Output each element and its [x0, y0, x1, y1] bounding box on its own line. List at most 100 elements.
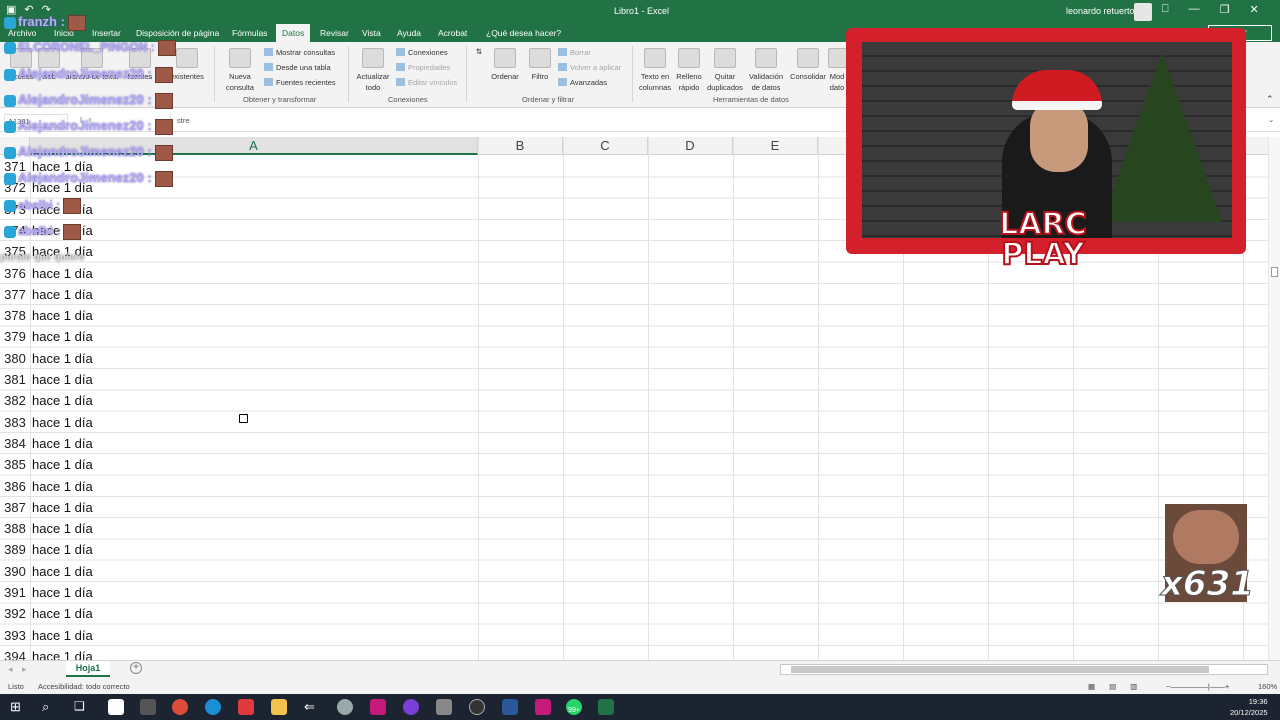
row-header[interactable]: 379 [0, 326, 30, 347]
next-sheet-icon[interactable]: ▸ [22, 664, 27, 675]
minimize-icon[interactable]: — [1189, 3, 1200, 16]
consolidate-button[interactable]: Consolidar [788, 48, 828, 82]
excel-icon[interactable] [598, 699, 614, 715]
calculator-icon[interactable] [436, 699, 452, 715]
cell-a[interactable]: hace 1 día [32, 539, 93, 560]
tab-vista[interactable]: Vista [362, 28, 381, 38]
row-header[interactable]: 380 [0, 348, 30, 369]
video-app-icon[interactable] [238, 699, 254, 715]
expand-formula-icon[interactable]: ⌄ [1268, 115, 1274, 124]
tab-datos[interactable]: Datos [276, 24, 311, 42]
cell-a[interactable]: hace 1 día [32, 603, 93, 624]
cell-a[interactable]: hace 1 día [32, 561, 93, 582]
flash-fill-button[interactable]: Relleno rápido [674, 48, 704, 93]
user-name[interactable]: leonardo retuerto [1066, 6, 1135, 16]
column-header-d[interactable]: D [648, 137, 733, 155]
row-header[interactable]: 389 [0, 539, 30, 560]
cell-a[interactable]: hace 1 día [32, 433, 93, 454]
zoom-slider[interactable]: −—————|——+ [1166, 682, 1229, 691]
row-header[interactable]: 378 [0, 305, 30, 326]
row-header[interactable]: 384 [0, 433, 30, 454]
row-header[interactable]: 381 [0, 369, 30, 390]
row-header[interactable]: 386 [0, 476, 30, 497]
tab-acrobat[interactable]: Acrobat [438, 28, 467, 38]
vertical-scrollbar[interactable] [1268, 137, 1280, 660]
connections-button[interactable]: Conexiones [396, 48, 448, 58]
store-icon[interactable] [108, 699, 124, 715]
sort-button[interactable]: Ordenar [488, 48, 522, 82]
search-icon[interactable]: ⌕ [42, 699, 58, 715]
close-icon[interactable]: ✕ [1249, 3, 1258, 16]
cell-a[interactable]: hace 1 día [32, 348, 93, 369]
cell-a[interactable]: hace 1 día [32, 646, 93, 660]
windows-start-icon[interactable]: ⊞ [10, 699, 26, 715]
row-header[interactable]: 376 [0, 263, 30, 284]
cell-a[interactable]: hace 1 día [32, 518, 93, 539]
row-header[interactable]: 388 [0, 518, 30, 539]
cell-a[interactable]: hace 1 día [32, 412, 93, 433]
cell-a[interactable]: hace 1 día [32, 454, 93, 475]
tab-disposicion[interactable]: Disposición de página [136, 28, 219, 38]
row-header[interactable]: 377 [0, 284, 30, 305]
add-sheet-button[interactable]: + [130, 662, 142, 674]
task-view-icon[interactable]: ❑ [74, 699, 90, 715]
chrome-icon[interactable] [172, 699, 188, 715]
folder-icon[interactable] [271, 699, 287, 715]
cell-a[interactable]: hace 1 día [32, 497, 93, 518]
cell-a[interactable]: hace 1 día [32, 284, 93, 305]
row-header[interactable]: 382 [0, 390, 30, 411]
advanced-button[interactable]: Avanzadas [558, 78, 607, 88]
ribbon-display-icon[interactable]: ⎕ [1162, 3, 1169, 16]
cell-a[interactable]: hace 1 día [32, 369, 93, 390]
app-icon[interactable] [337, 699, 353, 715]
view-buttons[interactable]: ▦▤▥ [1088, 682, 1151, 691]
tab-revisar[interactable]: Revisar [320, 28, 349, 38]
new-query-button[interactable]: Nueva consulta [220, 48, 260, 93]
show-queries-button[interactable]: Mostrar consultas [264, 48, 335, 58]
row-header[interactable]: 391 [0, 582, 30, 603]
word-icon[interactable] [502, 699, 518, 715]
from-table-button[interactable]: Desde una tabla [264, 63, 331, 73]
accessibility-status[interactable]: Accesibilidad: todo correcto [38, 682, 130, 691]
tab-insertar[interactable]: Insertar [92, 28, 121, 38]
cell-a[interactable]: hace 1 día [32, 625, 93, 646]
app-icon[interactable] [535, 699, 551, 715]
tab-formulas[interactable]: Fórmulas [232, 28, 267, 38]
horizontal-scrollbar[interactable] [780, 664, 1268, 675]
text-to-columns-button[interactable]: Texto en columnas [636, 48, 674, 93]
row-header[interactable]: 393 [0, 625, 30, 646]
cell-a[interactable]: hace 1 día [32, 582, 93, 603]
filter-button[interactable]: Filtro [526, 48, 554, 82]
row-header[interactable]: 394 [0, 646, 30, 660]
restore-icon[interactable]: ❐ [1220, 3, 1230, 16]
obs-icon[interactable] [469, 699, 485, 715]
app-icon[interactable] [403, 699, 419, 715]
data-validation-button[interactable]: Validación de datos [746, 48, 786, 93]
app-icon[interactable]: ⇐ [304, 699, 320, 715]
scroll-thumb[interactable] [791, 666, 1209, 673]
row-header[interactable]: 387 [0, 497, 30, 518]
cell-a[interactable]: hace 1 día [32, 263, 93, 284]
cell-a[interactable]: hace 1 día [32, 305, 93, 326]
remove-duplicates-button[interactable]: Quitar duplicados [704, 48, 746, 93]
data-model-button[interactable]: Mod dato [828, 48, 846, 93]
cell-a[interactable]: hace 1 día [32, 390, 93, 411]
collapse-ribbon-icon[interactable]: ⌃ [1266, 94, 1274, 105]
row-header[interactable]: 385 [0, 454, 30, 475]
system-clock[interactable]: 19:36 20/12/2025 [1230, 696, 1268, 718]
prev-sheet-icon[interactable]: ◂ [8, 664, 13, 675]
column-header-e[interactable]: E [733, 137, 818, 155]
app-icon[interactable] [370, 699, 386, 715]
whatsapp-icon[interactable]: 99+ [566, 699, 582, 715]
row-header[interactable]: 383 [0, 412, 30, 433]
column-header-b[interactable]: B [478, 137, 563, 155]
app-icon[interactable] [140, 699, 156, 715]
scroll-thumb[interactable] [1271, 267, 1278, 277]
row-header[interactable]: 392 [0, 603, 30, 624]
recent-sources-button[interactable]: Fuentes recientes [264, 78, 336, 88]
edge-icon[interactable] [205, 699, 221, 715]
column-header-c[interactable]: C [563, 137, 648, 155]
avatar[interactable] [1134, 3, 1152, 21]
cell-a[interactable]: hace 1 día [32, 326, 93, 347]
tell-me-search[interactable]: ¿Qué desea hacer? [486, 28, 561, 38]
